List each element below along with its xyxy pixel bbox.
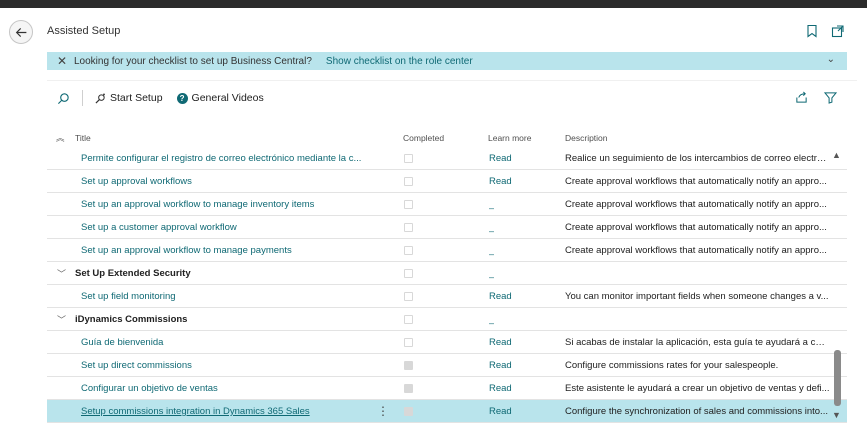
group-row[interactable]: ﹀ Set Up Extended Security _ bbox=[47, 262, 847, 285]
collapse-chevron-icon[interactable]: ﹀ bbox=[57, 267, 66, 280]
table-row[interactable]: Permite configurar el registro de correo… bbox=[47, 147, 847, 170]
table-row[interactable]: Configurar un objetivo de ventas Read Este… bbox=[47, 377, 847, 400]
general-videos-button[interactable]: ? General Videos bbox=[176, 92, 264, 104]
filter-icon[interactable] bbox=[823, 91, 838, 107]
completed-checkbox bbox=[404, 200, 413, 209]
setup-title-link[interactable]: Set up field monitoring bbox=[81, 291, 381, 302]
description-text: Create approval workflows that automatic… bbox=[565, 199, 827, 210]
completed-checkbox bbox=[404, 338, 413, 347]
completed-checkbox bbox=[404, 315, 413, 324]
collapse-chevron-icon[interactable]: ﹀ bbox=[57, 313, 66, 326]
description-text: Configure commissions rates for your sal… bbox=[565, 360, 779, 371]
setup-title-link[interactable]: Set up an approval workflow to manage in… bbox=[81, 199, 381, 210]
learn-more-link[interactable]: _ bbox=[489, 245, 494, 256]
checklist-banner: ✕ Looking for your checklist to set up B… bbox=[47, 52, 847, 70]
sort-icon[interactable]: ︽ bbox=[56, 132, 65, 144]
bookmark-icon[interactable] bbox=[805, 24, 819, 38]
group-row[interactable]: ﹀ iDynamics Commissions _ bbox=[47, 308, 847, 331]
help-circle-icon: ? bbox=[176, 92, 188, 104]
vertical-scrollbar[interactable]: ▲ ▼ bbox=[832, 146, 842, 424]
close-icon[interactable]: ✕ bbox=[56, 54, 68, 68]
setup-title-link[interactable]: Set up direct commissions bbox=[81, 360, 381, 371]
completed-checkbox bbox=[404, 246, 413, 255]
group-title: iDynamics Commissions bbox=[75, 314, 188, 325]
setup-title-link[interactable]: Configurar un objetivo de ventas bbox=[81, 383, 381, 394]
start-setup-label: Start Setup bbox=[110, 92, 163, 104]
description-text: Este asistente le ayudará a crear un obj… bbox=[565, 383, 830, 394]
assisted-setup-list: Start Setup ? General Videos ︽ Title Com… bbox=[47, 80, 857, 431]
row-menu-icon[interactable]: ⋮ bbox=[377, 404, 389, 418]
setup-title-link[interactable]: Set up an approval workflow to manage pa… bbox=[81, 245, 381, 256]
column-header-learn-more[interactable]: Learn more bbox=[488, 133, 531, 143]
completed-checkbox bbox=[404, 223, 413, 232]
description-text: Si acabas de instalar la aplicación, est… bbox=[565, 337, 830, 348]
description-text: Create approval workflows that automatic… bbox=[565, 245, 827, 256]
description-text: Create approval workflows that automatic… bbox=[565, 176, 827, 187]
start-setup-button[interactable]: Start Setup bbox=[95, 92, 163, 104]
table-row[interactable]: Setup commissions integration in Dynamic… bbox=[47, 400, 847, 423]
learn-more-link[interactable]: Read bbox=[489, 383, 512, 394]
completed-checkbox bbox=[404, 361, 413, 370]
learn-more-link[interactable]: Read bbox=[489, 406, 512, 417]
column-header-completed[interactable]: Completed bbox=[403, 133, 444, 143]
table-row[interactable]: Set up direct commissions Read Configure c… bbox=[47, 354, 847, 377]
banner-text: Looking for your checklist to set up Bus… bbox=[74, 55, 312, 67]
table-row[interactable]: Guía de bienvenida Read Si acabas de insta… bbox=[47, 331, 847, 354]
learn-more-link[interactable]: Read bbox=[489, 153, 512, 164]
learn-more-link[interactable]: _ bbox=[489, 268, 494, 279]
table-row[interactable]: Set up a customer approval workflow _ Crea… bbox=[47, 216, 847, 239]
wizard-icon bbox=[95, 93, 106, 104]
action-bar: Start Setup ? General Videos bbox=[53, 89, 278, 107]
scroll-thumb[interactable] bbox=[834, 350, 841, 406]
column-header-description[interactable]: Description bbox=[565, 133, 608, 143]
setup-title-link[interactable]: Set up a customer approval workflow bbox=[81, 222, 381, 233]
learn-more-link[interactable]: Read bbox=[489, 291, 512, 302]
scroll-up-icon[interactable]: ▲ bbox=[832, 150, 841, 160]
back-button[interactable] bbox=[9, 20, 33, 44]
learn-more-link[interactable]: _ bbox=[489, 199, 494, 210]
description-text: Realice un seguimiento de los intercambi… bbox=[565, 153, 830, 164]
table-row[interactable]: Set up approval workflows Read Create appr… bbox=[47, 170, 847, 193]
column-header-title[interactable]: Title bbox=[75, 133, 91, 143]
search-icon[interactable] bbox=[57, 92, 70, 105]
completed-checkbox bbox=[404, 407, 413, 416]
learn-more-link[interactable]: Read bbox=[489, 360, 512, 371]
learn-more-link[interactable]: Read bbox=[489, 337, 512, 348]
setup-title-link[interactable]: Guía de bienvenida bbox=[81, 337, 381, 348]
toolbar-divider bbox=[82, 90, 83, 106]
arrow-left-icon bbox=[15, 27, 26, 37]
general-videos-label: General Videos bbox=[191, 92, 264, 104]
learn-more-link[interactable]: Read bbox=[489, 176, 512, 187]
learn-more-link[interactable]: _ bbox=[489, 222, 494, 233]
table-row[interactable]: Set up field monitoring Read You can monit… bbox=[47, 285, 847, 308]
description-text: Configure the synchronization of sales a… bbox=[565, 406, 828, 417]
learn-more-link[interactable]: _ bbox=[489, 314, 494, 325]
open-new-window-icon[interactable] bbox=[831, 24, 845, 38]
completed-checkbox bbox=[404, 154, 413, 163]
completed-checkbox bbox=[404, 292, 413, 301]
description-text: Create approval workflows that automatic… bbox=[565, 222, 827, 233]
page-title: Assisted Setup bbox=[47, 25, 121, 37]
group-title: Set Up Extended Security bbox=[75, 268, 191, 279]
share-icon[interactable] bbox=[795, 91, 808, 107]
setup-title-link[interactable]: Setup commissions integration in Dynamic… bbox=[81, 406, 381, 417]
top-bar bbox=[0, 0, 867, 8]
description-text: You can monitor important fields when so… bbox=[565, 291, 829, 302]
setup-title-link[interactable]: Set up approval workflows bbox=[81, 176, 381, 187]
table-row[interactable]: Set up an approval workflow to manage pa… bbox=[47, 239, 847, 262]
show-checklist-link[interactable]: Show checklist on the role center bbox=[326, 56, 473, 67]
scroll-down-icon[interactable]: ▼ bbox=[832, 410, 841, 420]
setup-grid: Permite configurar el registro de correo… bbox=[47, 147, 847, 423]
completed-checkbox bbox=[404, 384, 413, 393]
table-row[interactable]: Set up an approval workflow to manage in… bbox=[47, 193, 847, 216]
completed-checkbox bbox=[404, 269, 413, 278]
setup-title-link[interactable]: Permite configurar el registro de correo… bbox=[81, 153, 381, 164]
completed-checkbox bbox=[404, 177, 413, 186]
chevron-down-icon[interactable]: ⌄ bbox=[827, 54, 835, 65]
